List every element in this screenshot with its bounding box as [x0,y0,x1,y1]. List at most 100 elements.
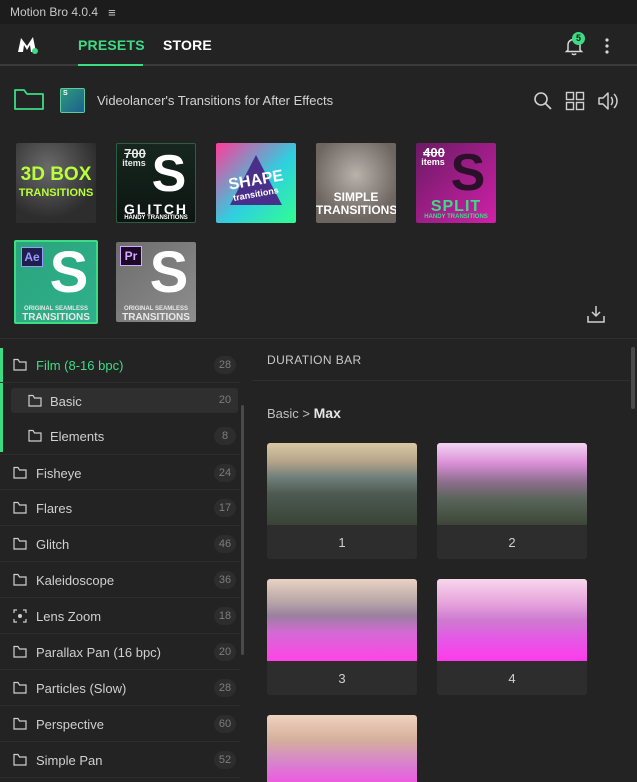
sidebar-item-label: Basic [50,394,82,409]
sidebar-item-label: Fisheye [36,466,82,481]
active-tab-indicator [78,64,143,66]
speaker-icon[interactable] [597,90,621,112]
preset-card[interactable]: 3 [267,579,417,695]
grid-view-icon[interactable] [565,91,585,111]
folder-icon[interactable] [13,86,45,112]
pack-subtitle: HANDY TRANSITIONS [124,215,188,221]
tab-store[interactable]: STORE [163,37,212,53]
pack-simple-transitions[interactable]: SIMPLE TRANSITIONS [316,143,396,223]
folder-icon [28,429,42,442]
sidebar-item-label: Kaleidoscope [36,573,115,588]
pack-shape-transitions[interactable]: SHAPE transitions [216,143,296,223]
pack-letter: S [450,144,486,202]
preset-thumbnail [267,443,417,525]
pack-original-seamless-pr[interactable]: Pr S ORIGINAL SEAMLESS TRANSITIONS [116,242,196,322]
pack-letter: S [149,242,189,305]
sidebar-item-glitch[interactable]: Glitch 46 [0,526,240,562]
pack-subtitle: TRANSITIONS [316,203,396,217]
sidebar-item-count: 46 [214,535,236,553]
sidebar-item-count: 20 [218,394,232,406]
preset-card[interactable]: 4 [437,579,587,695]
folder-icon [13,537,27,550]
section-divider [0,338,637,339]
sidebar-item-label: Parallax Pan (16 bpc) [36,645,162,660]
sidebar-item-flares[interactable]: Flares 17 [0,490,240,526]
download-icon[interactable] [586,304,606,324]
pack-title: GLITCH [123,201,189,217]
preset-label: 4 [508,671,516,686]
sidebar-item-label: Elements [50,429,105,444]
after-effects-icon: Ae [21,247,43,267]
section-title: DURATION BAR [267,353,362,367]
app-title: Motion Bro 4.0.4 [10,5,99,19]
sidebar-item-particles[interactable]: Particles (Slow) 28 [0,670,240,706]
sidebar-item-elements[interactable]: Elements 8 [0,418,240,454]
folder-icon [13,573,27,586]
pack-letter: S [49,240,89,305]
sidebar-item-simple-pan[interactable]: Simple Pan 52 [0,742,240,778]
sidebar-item-label: Particles (Slow) [36,681,127,696]
sidebar-scrollbar[interactable] [241,405,244,655]
lens-zoom-icon [13,609,27,623]
more-options-icon[interactable] [600,36,614,56]
preset-thumbnail [437,579,587,661]
preset-thumbnail [267,579,417,661]
pack-glitch-handy-transitions[interactable]: 700 items S GLITCH HANDY TRANSITIONS [116,143,196,223]
folder-icon [13,753,27,766]
sidebar-item-label: Flares [36,501,73,516]
pack-subtitle: TRANSITIONS [122,312,190,323]
library-title: Videolancer's Transitions for After Effe… [97,93,334,108]
folder-icon [13,501,27,514]
preset-thumbnail [267,715,417,782]
sidebar-item-label: Lens Zoom [36,609,102,624]
search-icon[interactable] [533,91,553,111]
hamburger-menu-icon[interactable]: ≡ [108,5,116,20]
sidebar-item-perspective[interactable]: Perspective 60 [0,706,240,742]
pack-title: SIMPLE [333,190,379,204]
sidebar-item-lens-zoom[interactable]: Lens Zoom 18 [0,598,240,634]
sidebar-item-fisheye[interactable]: Fisheye 24 [0,454,240,490]
sidebar-item-label: Simple Pan [36,753,103,768]
title-bar: Motion Bro 4.0.4 ≡ [0,0,637,24]
folder-icon [13,466,27,479]
sidebar-item-basic[interactable]: Basic 20 [11,388,238,413]
pack-letter: S [151,145,187,203]
sidebar-item-count: 20 [214,643,236,661]
sidebar-item-label: Film (8-16 bpc) [36,358,124,373]
sidebar-item-kaleidoscope[interactable]: Kaleidoscope 36 [0,562,240,598]
pack-original-seamless-ae[interactable]: Ae S ORIGINAL SEAMLESS TRANSITIONS [14,240,98,324]
breadcrumb-separator: > [302,406,311,421]
sidebar-item-count: 8 [214,427,236,445]
pack-subtitle: HANDY TRANSITIONS [424,214,488,220]
sidebar-item-count: 24 [214,464,236,482]
breadcrumb-current: Max [313,405,341,421]
breadcrumb-parent[interactable]: Basic [267,406,299,421]
pack-3d-box-transitions[interactable]: 3D BOX TRANSITIONS [16,143,96,223]
folder-icon [13,358,27,371]
pack-subtitle: TRANSITIONS [18,187,94,199]
pack-subtitle: TRANSITIONS [22,312,90,323]
folder-icon [13,645,27,658]
sidebar-item-label: Glitch [36,537,70,552]
sidebar-item-label: Perspective [36,717,104,732]
library-thumbnail: S [60,88,85,113]
sidebar-item-count: 17 [214,499,236,517]
folder-icon [28,394,42,407]
preset-card[interactable]: 1 [267,443,417,559]
pack-title: SPLIT [430,198,482,215]
preset-card[interactable] [267,715,417,782]
tab-presets[interactable]: PRESETS [78,37,145,53]
content-scrollbar[interactable] [631,347,635,409]
motion-bro-logo-icon [18,37,38,54]
notification-badge: 5 [572,32,585,45]
breadcrumb: Basic > Max [267,405,341,421]
folder-icon [13,681,27,694]
sidebar-item-parallax-pan[interactable]: Parallax Pan (16 bpc) 20 [0,634,240,670]
sidebar-item-film[interactable]: Film (8-16 bpc) 28 [0,347,240,383]
preset-label: 3 [338,671,346,686]
preset-card[interactable]: 2 [437,443,587,559]
sidebar-item-count: 28 [214,356,236,374]
preset-label: 2 [508,535,516,550]
preset-thumbnail [437,443,587,525]
pack-split-handy-transitions[interactable]: 400 items S SPLIT HANDY TRANSITIONS [416,143,496,223]
